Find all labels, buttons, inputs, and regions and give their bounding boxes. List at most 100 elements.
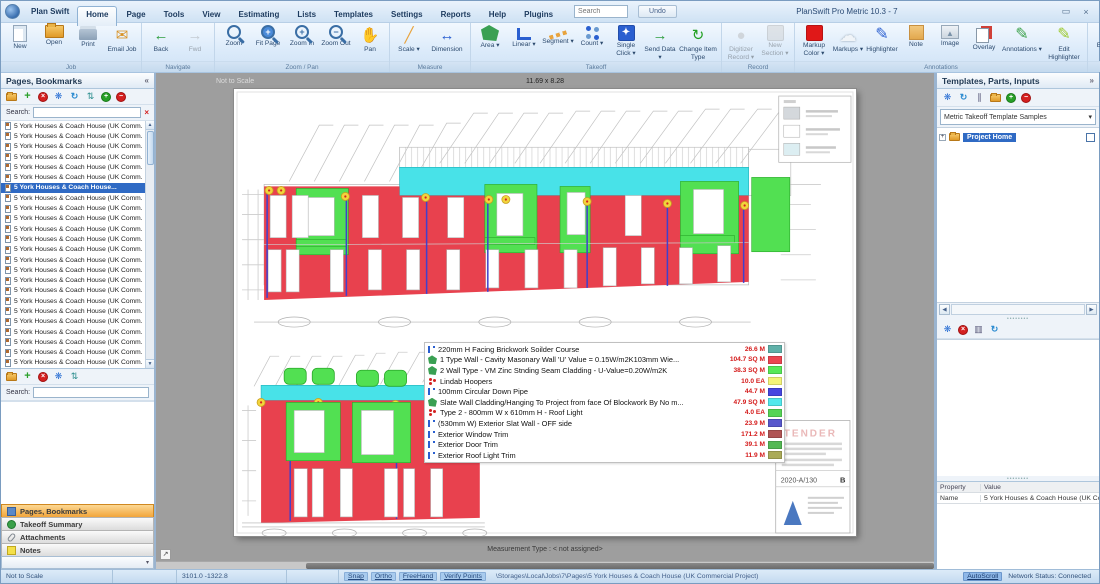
page-list-item[interactable]: 5 York Houses & Coach House (UK Comm... (1, 327, 145, 337)
takeoff-legend-item[interactable]: (530mm W) Exterior Slat Wall - OFF side … (425, 418, 784, 429)
scroll-up-icon[interactable]: ▲ (146, 121, 155, 130)
ribbon-button[interactable]: + Fit Page (251, 24, 285, 48)
ribbon-button[interactable]: Linear ▾ (507, 24, 541, 49)
drawing-canvas[interactable]: Not to Scale 11.69 x 8.28 (156, 73, 936, 569)
settings-icon[interactable]: ❋ (942, 93, 953, 102)
expand-all-icon[interactable]: + (1006, 93, 1016, 103)
ribbon-button[interactable]: ✦ Single Click ▾ (609, 24, 643, 57)
page-list-item[interactable]: 5 York Houses & Coach House (UK Comm... (1, 152, 145, 162)
page-list-item[interactable]: 5 York Houses & Coach House (UK Comm... (1, 265, 145, 275)
page-list-item[interactable]: 5 York Houses & Coach House (UK Comm... (1, 203, 145, 213)
takeoff-legend-item[interactable]: 1 Type Wall - Cavity Masonary Wall 'U' V… (425, 355, 784, 366)
ribbon-button[interactable]: New (3, 24, 37, 51)
page-list-item[interactable]: 5 York Houses & Coach House (UK Comm... (1, 121, 145, 131)
menu-tab[interactable]: Lists (288, 6, 325, 23)
roof-light-markers[interactable] (284, 368, 406, 386)
sidebar-bottom-dropdown[interactable]: ▾ (1, 556, 154, 569)
scrollbar-track[interactable] (951, 304, 1085, 315)
restore-window-icon[interactable]: ▭ (1057, 6, 1075, 17)
tree-expand-icon[interactable]: + (939, 134, 946, 141)
expand-all-icon[interactable]: + (101, 92, 111, 102)
menu-tab[interactable]: Settings (382, 6, 432, 23)
tree-item-checkbox[interactable] (1086, 133, 1095, 142)
delete-page-icon[interactable]: × (38, 92, 48, 102)
menu-tab[interactable]: View (193, 6, 229, 23)
page-list-item[interactable]: 5 York Houses & Coach House (UK Comm... (1, 234, 145, 244)
ribbon-button[interactable]: Zoom (217, 24, 251, 48)
app-menu[interactable]: Plan Swift (25, 5, 75, 18)
folder-icon[interactable] (6, 373, 17, 381)
close-window-icon[interactable]: × (1077, 7, 1095, 17)
page-list-item[interactable]: 5 York Houses & Coach House... (1, 183, 145, 193)
menu-tab[interactable]: Page (117, 6, 154, 23)
ribbon-button[interactable]: ✎ Edit Highlighter (1043, 24, 1085, 61)
menu-tab[interactable]: Plugins (515, 6, 562, 23)
splitter-icon[interactable]: ∥ (974, 93, 985, 102)
page-list-item[interactable]: 5 York Houses & Coach House (UK Comm... (1, 214, 145, 224)
page-list-item[interactable]: 5 York Houses & Coach House (UK Comm... (1, 348, 145, 358)
ribbon-button[interactable]: ✎ Highlighter (865, 24, 899, 54)
refresh-icon[interactable]: ↻ (989, 325, 1000, 334)
ribbon-button[interactable]: ╱ Scale ▾ (392, 24, 426, 54)
ribbon-button[interactable]: ● Digitizer Record ▾ (724, 24, 758, 61)
ribbon-button[interactable]: Open (37, 24, 71, 47)
page-list-item[interactable]: 5 York Houses & Coach House (UK Comm... (1, 255, 145, 265)
ribbon-button[interactable]: ↻ Change Item Type (677, 24, 719, 61)
tree-item-project-home[interactable]: + Project Home (939, 131, 1097, 143)
page-list-item[interactable]: 5 York Houses & Coach House (UK Comm... (1, 224, 145, 234)
settings-icon[interactable]: ❋ (53, 92, 64, 101)
status-link[interactable]: Snap (344, 572, 368, 581)
page-list-item[interactable]: 5 York Houses & Coach House (UK Comm... (1, 286, 145, 296)
settings-icon[interactable]: ❋ (942, 325, 953, 334)
drawing-page[interactable]: TENDER 2020-A/130 B (234, 89, 856, 536)
ribbon-button[interactable]: Segment ▾ (541, 24, 575, 46)
page-list-item[interactable]: 5 York Houses & Coach House (UK Comm... (1, 162, 145, 172)
ribbon-button[interactable]: ☁ Markups ▾ (831, 24, 865, 54)
clear-search-icon[interactable]: × (144, 108, 149, 117)
refresh-icon[interactable]: ↻ (958, 93, 969, 102)
autoscroll-toggle[interactable]: AutoScroll (963, 572, 1002, 581)
refresh-icon[interactable]: ↻ (69, 92, 80, 101)
page-list-item[interactable]: 5 York Houses & Coach House (UK Comm... (1, 317, 145, 327)
menu-tab[interactable]: Home (77, 6, 117, 26)
menu-tab[interactable]: Templates (325, 6, 382, 23)
app-logo-icon[interactable] (5, 4, 20, 19)
menu-tab[interactable]: Estimating (229, 6, 288, 23)
takeoff-legend-item[interactable]: Exterior Door Trim 39.1 M (425, 439, 784, 450)
sort-icon[interactable]: ⇅ (69, 372, 80, 381)
page-list-item[interactable]: 5 York Houses & Coach House (UK Comm... (1, 131, 145, 141)
templates-horizontal-scrollbar[interactable]: ◀ ▶ (937, 303, 1099, 316)
scroll-left-icon[interactable]: ◀ (939, 304, 950, 315)
sidebar-section[interactable]: Notes (1, 543, 154, 556)
ribbon-button[interactable]: Note (899, 24, 933, 49)
menu-tab[interactable]: Reports (432, 6, 480, 23)
ribbon-button[interactable]: ▲ Image (933, 24, 967, 48)
columns-icon[interactable]: ▥ (973, 325, 984, 334)
expand-panel-icon[interactable]: » (1090, 76, 1094, 85)
bookmarks-search-input[interactable] (33, 387, 149, 398)
page-list-item[interactable]: 5 York Houses & Coach House (UK Comm... (1, 337, 145, 347)
ribbon-button[interactable]: → Fwd (178, 24, 212, 54)
collapse-all-icon[interactable]: − (1021, 93, 1031, 103)
page-list-item[interactable]: 5 York Houses & Coach House (UK Comm... (1, 172, 145, 182)
undo-button[interactable]: Undo (638, 5, 677, 18)
ribbon-button[interactable]: + Zoom In (285, 24, 319, 48)
takeoff-legend-item[interactable]: 100mm Circular Down Pipe 44.7 M (425, 386, 784, 397)
scroll-right-icon[interactable]: ▶ (1086, 304, 1097, 315)
canvas-resize-icon[interactable]: ↗ (160, 549, 171, 560)
sidebar-section[interactable]: Pages, Bookmarks (1, 504, 154, 517)
settings-icon[interactable]: ❋ (53, 372, 64, 381)
page-list-item[interactable]: 5 York Houses & Coach House (UK Comm... (1, 358, 145, 368)
ribbon-button[interactable]: − Zoom Out (319, 24, 353, 48)
page-list-item[interactable]: 5 York Houses & Coach House (UK Comm... (1, 306, 145, 316)
add-bookmark-icon[interactable]: + (22, 371, 33, 382)
ribbon-button[interactable]: X Export By Page (1090, 24, 1100, 57)
pages-list-scrollbar[interactable]: ▲ ▼ (145, 121, 154, 368)
ribbon-button[interactable]: ← Back (144, 24, 178, 54)
ribbon-button[interactable]: ✎ Annotations ▾ (1001, 24, 1043, 54)
scrollbar-thumb[interactable] (306, 563, 934, 569)
takeoff-legend-item[interactable]: Lindab Hoopers 10.0 EA (425, 376, 784, 387)
ribbon-button[interactable]: → Send Data ▾ (643, 24, 677, 61)
takeoff-legend-item[interactable]: 2 Wall Type - VM Zinc Stnding Seam Cladd… (425, 365, 784, 376)
ribbon-button[interactable]: ↔ Dimension (426, 24, 468, 54)
